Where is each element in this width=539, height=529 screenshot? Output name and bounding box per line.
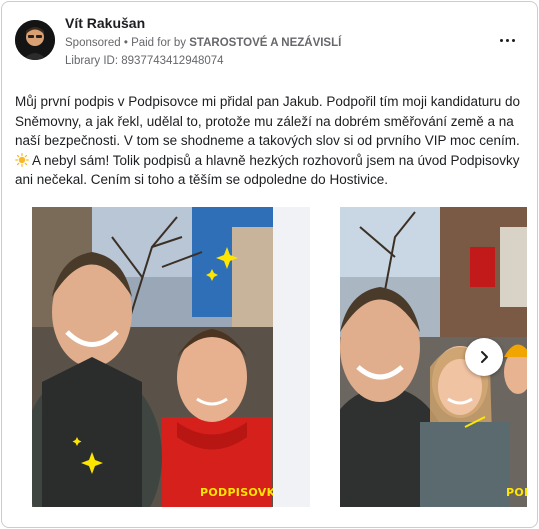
payer-name[interactable]: STAROSTOVÉ A NEZÁVISLÍ [189, 37, 341, 49]
sponsored-line: Sponsored • Paid for by STAROSTOVÉ A NEZ… [65, 37, 342, 49]
more-options-icon[interactable] [495, 30, 519, 50]
author-name[interactable]: Vít Rakušan [65, 15, 145, 31]
image-carousel[interactable]: PODPISOVKA [2, 207, 537, 507]
author-avatar[interactable] [15, 20, 55, 60]
paid-for-prefix: Paid for by [131, 37, 187, 49]
podpisovka-label-2: PODPISOVKA [506, 486, 527, 499]
podpisovka-label: PODPISOVKA [200, 486, 273, 499]
library-id: Library ID: 8937743412948074 [65, 55, 224, 67]
carousel-image-1[interactable]: PODPISOVKA [32, 207, 273, 507]
chevron-right-icon[interactable] [465, 338, 503, 376]
sponsored-label: Sponsored [65, 37, 121, 49]
ad-card: Vít Rakušan Sponsored • Paid for by STAR… [1, 1, 538, 528]
scrollbar[interactable] [533, 0, 539, 529]
post-text: Můj první podpis v Podpisovce mi přidal … [15, 94, 521, 187]
sun-emoji-icon [15, 152, 29, 167]
